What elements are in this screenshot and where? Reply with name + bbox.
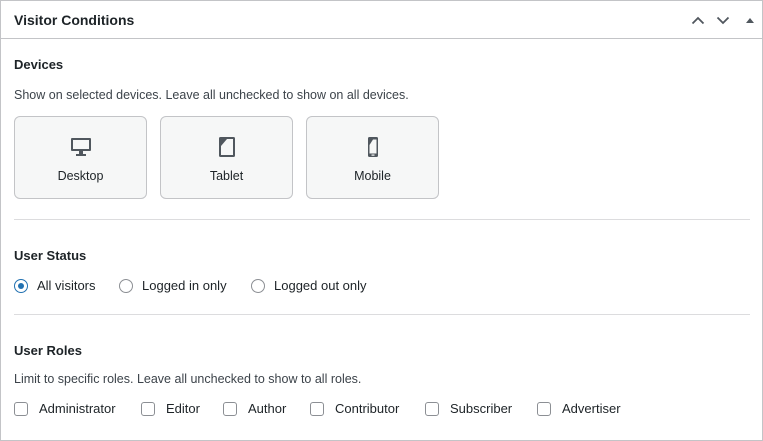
role-option-subscriber[interactable]: Subscriber <box>425 401 512 416</box>
checkbox[interactable] <box>537 401 551 416</box>
desktop-icon <box>15 136 146 158</box>
user-roles-description: Limit to specific roles. Leave all unche… <box>14 372 362 386</box>
status-option-label: Logged in only <box>142 278 227 293</box>
device-label: Mobile <box>354 169 391 183</box>
chevron-down-icon <box>716 16 730 25</box>
caret-up-icon <box>745 17 755 24</box>
status-option-label: Logged out only <box>274 278 367 293</box>
role-option-contributor[interactable]: Contributor <box>310 401 399 416</box>
status-option-logged-in[interactable]: Logged in only <box>119 278 227 293</box>
checkbox[interactable] <box>14 401 28 416</box>
section-divider <box>14 314 750 315</box>
role-option-label: Administrator <box>39 401 116 416</box>
user-status-title: User Status <box>14 248 87 263</box>
radio-button[interactable] <box>14 278 28 293</box>
device-label: Tablet <box>209 169 244 183</box>
role-option-administrator[interactable]: Administrator <box>14 401 116 416</box>
visitor-conditions-panel: Visitor Conditions Devices Show on selec… <box>0 0 763 441</box>
role-option-advertiser[interactable]: Advertiser <box>537 401 621 416</box>
checkbox[interactable] <box>425 401 439 416</box>
device-option-mobile[interactable]: Mobile <box>306 116 439 199</box>
user-roles-title: User Roles <box>14 343 82 358</box>
chevron-up-icon <box>691 16 705 25</box>
move-down-button[interactable] <box>712 9 734 31</box>
device-option-desktop[interactable]: Desktop <box>14 116 147 199</box>
radio-button[interactable] <box>119 278 133 293</box>
role-option-label: Subscriber <box>450 401 513 416</box>
devices-description: Show on selected devices. Leave all unch… <box>14 88 409 102</box>
toggle-panel-button[interactable] <box>739 9 761 31</box>
role-option-label: Advertiser <box>562 401 621 416</box>
status-option-label: All visitors <box>37 278 96 293</box>
status-option-logged-out[interactable]: Logged out only <box>251 278 367 293</box>
checkbox[interactable] <box>310 401 324 416</box>
checkbox[interactable] <box>223 401 237 416</box>
section-divider <box>14 219 750 220</box>
tablet-icon <box>161 136 292 158</box>
mobile-icon <box>307 136 438 158</box>
device-option-tablet[interactable]: Tablet <box>160 116 293 199</box>
devices-title: Devices <box>14 57 64 72</box>
radio-button[interactable] <box>251 278 265 293</box>
role-option-label: Editor <box>166 401 200 416</box>
role-option-editor[interactable]: Editor <box>141 401 200 416</box>
panel-title: Visitor Conditions <box>14 12 135 28</box>
device-label: Desktop <box>57 169 104 183</box>
role-option-author[interactable]: Author <box>223 401 286 416</box>
role-option-label: Author <box>248 401 287 416</box>
role-option-label: Contributor <box>335 401 400 416</box>
panel-header: Visitor Conditions <box>1 1 762 39</box>
move-up-button[interactable] <box>687 9 709 31</box>
checkbox[interactable] <box>141 401 155 416</box>
status-option-all-visitors[interactable]: All visitors <box>14 278 96 293</box>
